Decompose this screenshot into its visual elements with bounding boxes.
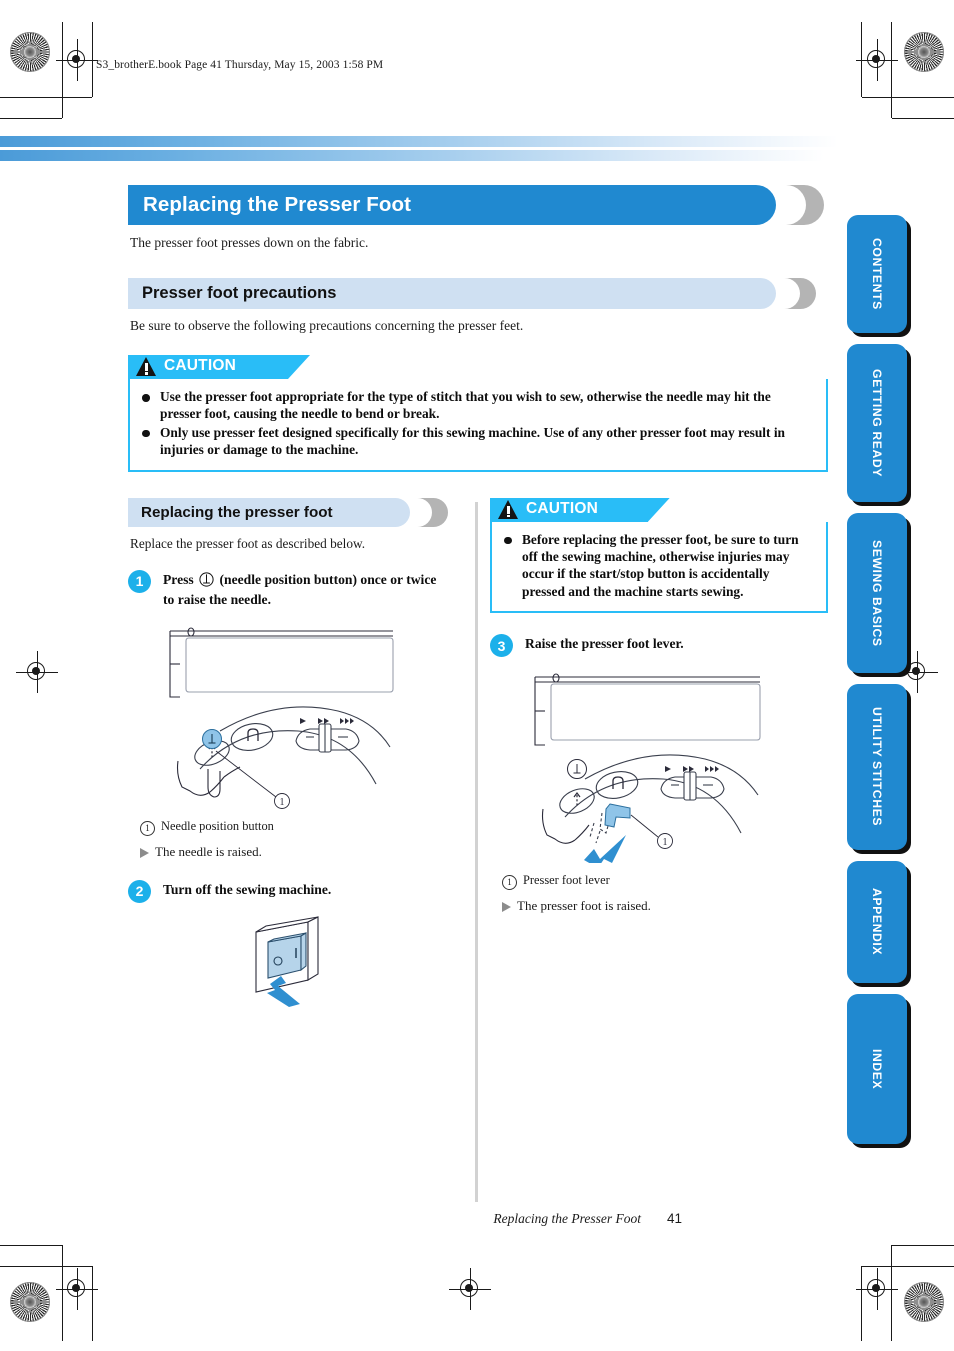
sidebar-tab-appendix[interactable]: APPENDIX (847, 861, 907, 983)
step-3-result-text: The presser foot is raised. (517, 897, 651, 913)
step-2: 2 Turn off the sewing machine. (128, 879, 450, 903)
callout-label: Needle position button (161, 818, 274, 833)
sidebar-tab-getting-ready[interactable]: GETTING READY (847, 344, 907, 502)
sidebar-tab-index[interactable]: INDEX (847, 994, 907, 1144)
registration-mark-bottom-left (56, 1268, 98, 1310)
right-column: CAUTION Before replacing the presser foo… (490, 497, 828, 914)
caution-header-tab: CAUTION (128, 355, 828, 379)
sidebar-tab-label: UTILITY STITCHES (870, 707, 884, 827)
callout-number: 1 (502, 874, 517, 890)
sidebar-tab-contents[interactable]: CONTENTS (847, 215, 907, 333)
step-1-text-before: Press (163, 571, 194, 587)
callout-label: Presser foot lever (523, 872, 610, 887)
registration-mark-bottom-center (449, 1268, 491, 1310)
registration-mark-top-right (856, 39, 898, 81)
figure-power-switch (128, 912, 450, 1012)
sidebar-tab-label: SEWING BASICS (870, 539, 884, 647)
figure-needle-position-button: 1 (128, 619, 450, 814)
result-triangle-icon (140, 847, 149, 858)
top-gradient-bar-lower (0, 150, 824, 161)
figure-3-callout: 1 Presser foot lever (502, 873, 828, 890)
callout-number: 1 (140, 820, 155, 836)
registration-mark-bottom-right (856, 1268, 898, 1310)
left-heading-bar: Replacing the presser foot (128, 497, 410, 527)
footer-title: Replacing the Presser Foot (493, 1211, 641, 1226)
print-target-star-top-right (904, 32, 944, 72)
section-heading-cap-decor (776, 278, 824, 309)
page-footer: Replacing the Presser Foot 41 (0, 1210, 824, 1228)
section-intro-text: Be sure to observe the following precaut… (130, 318, 524, 333)
column-divider (475, 501, 478, 1202)
figure-1-callout: 1 Needle position button (140, 819, 450, 836)
caution-label: CAUTION (526, 499, 599, 517)
step-3: 3 Raise the presser foot lever. (490, 634, 828, 658)
caution-header-tab-right: CAUTION (490, 497, 828, 522)
caution-item: Only use presser feet designed specifica… (140, 424, 814, 459)
step-1: 1 Press (needle position button) once or… (128, 569, 450, 609)
section-heading: Presser foot precautions (142, 284, 337, 302)
left-column: Replacing the presser foot Replace the p… (128, 497, 450, 1013)
warning-triangle-icon (136, 357, 157, 376)
page-title-band: Replacing the Presser Foot (128, 185, 828, 225)
page-title: Replacing the Presser Foot (143, 193, 412, 216)
page-canvas: S3_brotherE.book Page 41 Thursday, May 1… (0, 0, 954, 1351)
result-triangle-icon (502, 901, 511, 912)
section-heading-band: Presser foot precautions (128, 278, 828, 309)
left-heading-band: Replacing the presser foot (128, 497, 450, 527)
step-2-badge: 2 (128, 879, 151, 903)
main-content: Replacing the Presser Foot The presser f… (128, 185, 828, 1202)
caution-item: Use the presser foot appropriate for the… (140, 388, 814, 423)
sidebar-tab-utility-stitches[interactable]: UTILITY STITCHES (847, 684, 907, 850)
section-heading-bar: Presser foot precautions (128, 278, 776, 309)
step-3-result: The presser foot is raised. (502, 898, 828, 914)
step-1-result: The needle is raised. (140, 844, 450, 860)
left-heading: Replacing the presser foot (141, 503, 333, 521)
step-1-badge: 1 (128, 569, 151, 593)
sidebar-tab-sewing-basics[interactable]: SEWING BASICS (847, 513, 907, 673)
registration-mark-mid-left (16, 651, 58, 693)
step-3-badge: 3 (490, 634, 513, 658)
index-tab-rail: CONTENTS GETTING READY SEWING BASICS UTI… (847, 215, 909, 1155)
needle-position-button-icon (199, 572, 214, 592)
step-2-text: Turn off the sewing machine. (163, 881, 332, 897)
footer-page-number: 41 (666, 1211, 682, 1226)
caution-item: Before replacing the presser foot, be su… (502, 531, 814, 601)
registration-mark-top-left (56, 39, 98, 81)
warning-triangle-icon (498, 499, 519, 519)
page-intro-text: The presser foot presses down on the fab… (130, 235, 369, 250)
book-file-header: S3_brotherE.book Page 41 Thursday, May 1… (96, 59, 384, 71)
step-1-result-text: The needle is raised. (155, 843, 262, 859)
step-3-text: Raise the presser foot lever. (525, 636, 684, 652)
step-1-text: Press (needle position button) once or t… (163, 571, 450, 609)
caution-body-main: Use the presser foot appropriate for the… (128, 379, 828, 472)
caution-body-right: Before replacing the presser foot, be su… (490, 521, 828, 614)
svg-text:1: 1 (280, 797, 285, 808)
sidebar-tab-label: APPENDIX (870, 888, 884, 956)
page-title-bar: Replacing the Presser Foot (128, 185, 776, 225)
svg-text:1: 1 (663, 837, 668, 848)
page-title-cap-decor (776, 185, 824, 225)
figure-presser-foot-lever: 1 (490, 663, 828, 868)
sidebar-tab-label: GETTING READY (870, 368, 884, 477)
left-heading-cap-decor (410, 497, 456, 527)
print-target-star-top-left (10, 32, 50, 72)
caution-label: CAUTION (164, 357, 237, 374)
sidebar-tab-label: INDEX (870, 1048, 884, 1090)
left-intro-text: Replace the presser foot as described be… (130, 535, 366, 551)
print-target-star-bottom-left (10, 1282, 50, 1322)
sidebar-tab-label: CONTENTS (870, 238, 884, 310)
top-gradient-bar-upper (0, 136, 838, 147)
caution-box-right: CAUTION Before replacing the presser foo… (490, 497, 828, 614)
caution-box-main: CAUTION Use the presser foot appropriate… (128, 355, 828, 472)
print-target-star-bottom-right (904, 1282, 944, 1322)
